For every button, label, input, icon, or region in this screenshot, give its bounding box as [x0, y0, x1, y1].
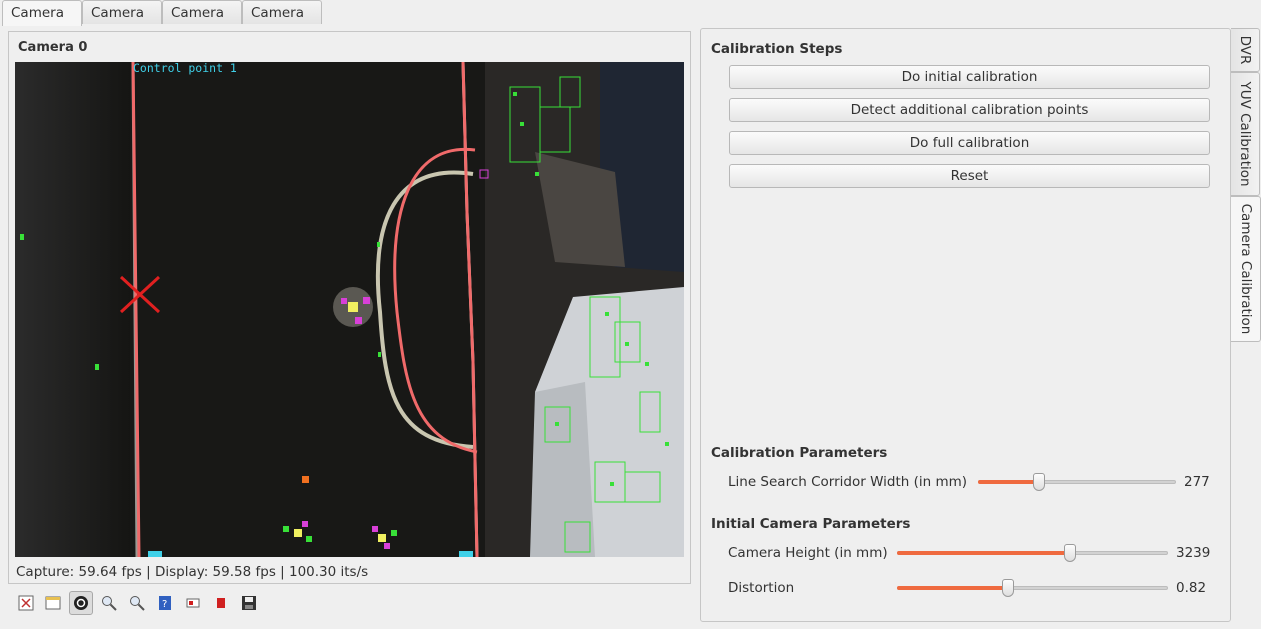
- distortion-slider[interactable]: [897, 579, 1168, 597]
- slider-handle[interactable]: [1002, 579, 1015, 597]
- stop-icon: [217, 598, 225, 608]
- camera-tabbar: Camera 0 Camera 1 Camera 2 Camera 3: [0, 0, 1261, 45]
- camera-viewport[interactable]: Control point 1: [15, 62, 684, 557]
- distortion-value: 0.82: [1176, 580, 1207, 596]
- fps-status: Capture: 59.64 fps | Display: 59.58 fps …: [16, 564, 369, 580]
- slider-handle[interactable]: [1033, 473, 1046, 491]
- tab-camera-2[interactable]: Camera 2: [162, 0, 242, 45]
- calibration-parameters-title: Calibration Parameters: [711, 445, 888, 461]
- camera-image: Control point 1: [15, 62, 684, 557]
- tab-camera-calibration[interactable]: Camera Calibration: [1231, 196, 1261, 342]
- tab-yuv-calibration[interactable]: YUV Calibration: [1231, 72, 1260, 196]
- tab-dvr[interactable]: DVR: [1231, 28, 1260, 72]
- tab-camera-3[interactable]: Camera 3: [242, 0, 322, 45]
- window-button[interactable]: [41, 591, 65, 615]
- initial-camera-parameters-title: Initial Camera Parameters: [711, 516, 911, 532]
- zoom-out-icon: [130, 596, 145, 611]
- record-button[interactable]: [69, 591, 93, 615]
- zoom-in-button[interactable]: [97, 591, 121, 615]
- save-button[interactable]: [237, 591, 261, 615]
- viewer-toolbar: ?: [14, 591, 274, 617]
- window-icon: [45, 596, 61, 610]
- field-edge-shadow: [15, 62, 130, 557]
- camera-panel-title: Camera 0: [18, 40, 88, 55]
- camera-height-label: Camera Height (in mm): [728, 545, 888, 561]
- camera-height-slider[interactable]: [897, 544, 1168, 562]
- save-icon: [242, 596, 256, 610]
- calibration-steps-title: Calibration Steps: [711, 41, 843, 57]
- help-button[interactable]: ?: [153, 591, 177, 615]
- help-icon: ?: [159, 596, 171, 610]
- fit-view-button[interactable]: [14, 591, 38, 615]
- fit-view-icon: [18, 595, 34, 611]
- zoom-in-icon: [102, 596, 117, 611]
- calibration-panel: Calibration Steps Do initial calibration…: [700, 28, 1231, 622]
- slider-handle[interactable]: [1064, 544, 1077, 562]
- line-search-value: 277: [1184, 474, 1210, 490]
- initial-calibration-button[interactable]: Do initial calibration: [729, 65, 1210, 89]
- distortion-label: Distortion: [728, 580, 795, 596]
- camera-panel: Camera 0 Control point 1 Capture: 59.64 …: [8, 31, 691, 584]
- tab-camera-0[interactable]: Camera 0: [2, 0, 82, 45]
- zoom-out-button[interactable]: [125, 591, 149, 615]
- overlay-control-point-text: Control point 1: [133, 62, 237, 75]
- record-icon: [74, 596, 88, 610]
- camera-height-value: 3239: [1176, 545, 1211, 561]
- rec-small-icon: [186, 598, 200, 608]
- stop-button[interactable]: [209, 591, 233, 615]
- svg-text:?: ?: [162, 599, 167, 610]
- reset-button[interactable]: Reset: [729, 164, 1210, 188]
- tab-camera-1[interactable]: Camera 1: [82, 0, 162, 45]
- rec-small-button[interactable]: [181, 591, 205, 615]
- detect-points-button[interactable]: Detect additional calibration points: [729, 98, 1210, 122]
- full-calibration-button[interactable]: Do full calibration: [729, 131, 1210, 155]
- line-search-slider[interactable]: [978, 473, 1176, 491]
- line-search-label: Line Search Corridor Width (in mm): [728, 474, 968, 490]
